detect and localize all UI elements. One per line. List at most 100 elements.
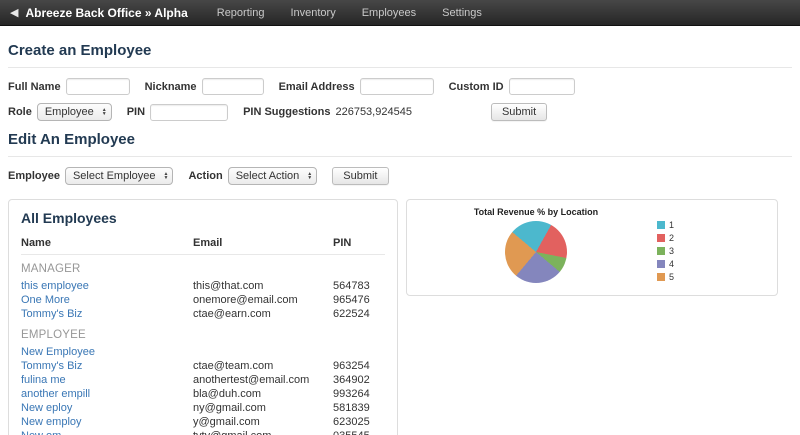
nav-item[interactable]: Inventory [277, 7, 348, 19]
employee-name-link[interactable]: One More [21, 293, 193, 307]
app-title[interactable]: Abreeze Back Office » Alpha [25, 6, 187, 20]
employee-name-link[interactable]: fulina me [21, 373, 193, 387]
pin-input[interactable] [150, 104, 228, 121]
employee-pin: 364902 [333, 373, 385, 387]
email-address-label: Email Address [279, 81, 355, 93]
employee-email: ny@gmail.com [193, 401, 333, 415]
table-row: Tommy's Biz ctae@earn.com 622524 [21, 307, 385, 321]
employee-name-link[interactable]: Tommy's Biz [21, 359, 193, 373]
section-divider [8, 156, 792, 157]
role-select[interactable]: Employee ▲▼ [37, 103, 112, 121]
employee-email: ctae@earn.com [193, 307, 333, 321]
employees-table-header: Name Email PIN [21, 237, 385, 255]
full-name-label: Full Name [8, 81, 61, 93]
employee-pin: 623025 [333, 415, 385, 429]
employee-pin: 993264 [333, 387, 385, 401]
employee-email [193, 345, 333, 359]
chart-title: Total Revenue % by Location [474, 207, 598, 217]
full-name-input[interactable] [66, 78, 130, 95]
revenue-chart-panel: Total Revenue % by Location 1 2 3 4 5 [406, 199, 778, 296]
select-arrows-icon: ▲▼ [164, 172, 169, 180]
nickname-label: Nickname [145, 81, 197, 93]
employee-name-link[interactable]: this employee [21, 279, 193, 293]
employee-email: onemore@email.com [193, 293, 333, 307]
employee-name-link[interactable]: Tommy's Biz [21, 307, 193, 321]
nav-item[interactable]: Employees [349, 7, 429, 19]
create-employee-title: Create an Employee [8, 42, 792, 59]
employee-pin: 965476 [333, 293, 385, 307]
edit-employee-submit-button[interactable]: Submit [332, 167, 388, 185]
employee-pin: 564783 [333, 279, 385, 293]
create-employee-section: Create an Employee Full Name Nickname Em… [8, 42, 792, 121]
employee-name-link[interactable]: New Employee [21, 345, 193, 359]
table-row: One More onemore@email.com 965476 [21, 293, 385, 307]
all-employees-title: All Employees [21, 210, 385, 226]
legend-item: 1 [657, 220, 674, 230]
employee-select[interactable]: Select Employee ▲▼ [65, 167, 174, 185]
table-row: New employ y@gmail.com 623025 [21, 415, 385, 429]
pin-suggestions-label: PIN Suggestions [243, 106, 330, 118]
employee-name-link[interactable]: New eploy [21, 401, 193, 415]
table-row: New om tyty@gmail.com 035545 [21, 429, 385, 435]
employees-table-body: MANAGER this employee this@that.com 5647… [21, 255, 385, 435]
column-header-pin: PIN [333, 237, 385, 249]
employee-email: anothertest@email.com [193, 373, 333, 387]
table-row: this employee this@that.com 564783 [21, 279, 385, 293]
chart-legend: 1 2 3 4 5 [657, 207, 674, 285]
nickname-input[interactable] [202, 78, 264, 95]
employee-name-link[interactable]: New employ [21, 415, 193, 429]
create-employee-submit-button[interactable]: Submit [491, 103, 547, 121]
pin-label: PIN [127, 106, 145, 118]
employee-email: y@gmail.com [193, 415, 333, 429]
table-row: New eploy ny@gmail.com 581839 [21, 401, 385, 415]
edit-employee-row: Employee Select Employee ▲▼ Action Selec… [8, 167, 792, 185]
select-arrows-icon: ▲▼ [102, 108, 107, 116]
action-select[interactable]: Select Action ▲▼ [228, 167, 318, 185]
column-header-email: Email [193, 237, 333, 249]
nav-item[interactable]: Reporting [204, 7, 278, 19]
table-row: another empill bla@duh.com 993264 [21, 387, 385, 401]
column-header-name: Name [21, 237, 193, 249]
legend-label: 4 [669, 259, 674, 269]
nav-item[interactable]: Settings [429, 7, 495, 19]
main-nav: ReportingInventoryEmployeesSettings [204, 0, 495, 25]
legend-swatch [657, 260, 665, 268]
legend-swatch [657, 221, 665, 229]
email-address-input[interactable] [360, 78, 434, 95]
employee-email: this@that.com [193, 279, 333, 293]
pin-suggestions-value: 226753,924545 [335, 106, 411, 118]
employee-email: tyty@gmail.com [193, 429, 333, 435]
employee-name-link[interactable]: New om [21, 429, 193, 435]
legend-swatch [657, 247, 665, 255]
table-row: New Employee [21, 345, 385, 359]
select-arrows-icon: ▲▼ [307, 172, 312, 180]
role-label: Role [8, 106, 32, 118]
back-chevron-icon[interactable]: ◀ [10, 6, 18, 19]
employee-pin: 963254 [333, 359, 385, 373]
page-content: Create an Employee Full Name Nickname Em… [0, 26, 800, 435]
legend-swatch [657, 273, 665, 281]
legend-item: 3 [657, 246, 674, 256]
edit-employee-section: Edit An Employee Employee Select Employe… [8, 131, 792, 185]
create-employee-row-1: Full Name Nickname Email Address Custom … [8, 78, 792, 95]
employee-pin: 581839 [333, 401, 385, 415]
chart-body: Total Revenue % by Location 1 2 3 4 5 [415, 207, 769, 285]
legend-label: 2 [669, 233, 674, 243]
employee-pin: 035545 [333, 429, 385, 435]
employee-label: Employee [8, 170, 60, 182]
role-select-value: Employee [45, 106, 94, 118]
employee-name-link[interactable]: another empill [21, 387, 193, 401]
employee-select-value: Select Employee [73, 170, 156, 182]
all-employees-panel: All Employees Name Email PIN MANAGER thi… [8, 199, 398, 435]
legend-item: 4 [657, 259, 674, 269]
legend-item: 5 [657, 272, 674, 282]
action-select-value: Select Action [236, 170, 300, 182]
table-row: Tommy's Biz ctae@team.com 963254 [21, 359, 385, 373]
create-employee-row-2: Role Employee ▲▼ PIN PIN Suggestions 226… [8, 103, 792, 121]
employee-group-label: MANAGER [21, 255, 385, 279]
chart-area: Total Revenue % by Location [415, 207, 657, 285]
legend-item: 2 [657, 233, 674, 243]
pie-chart [505, 221, 567, 283]
custom-id-input[interactable] [509, 78, 575, 95]
employee-pin: 622524 [333, 307, 385, 321]
